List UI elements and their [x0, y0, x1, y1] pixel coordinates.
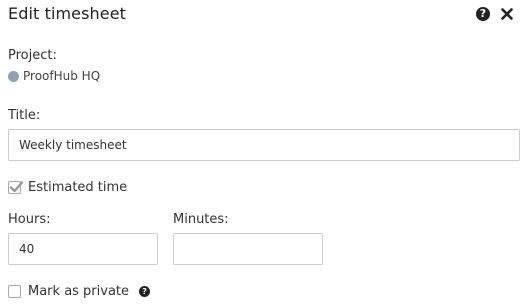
- project-color-dot: [8, 70, 19, 82]
- minutes-label: Minutes:: [173, 212, 229, 227]
- header-actions: ?: [476, 7, 514, 21]
- private-help-icon[interactable]: ?: [139, 286, 151, 297]
- estimated-time-row[interactable]: Estimated time: [8, 180, 127, 195]
- hours-input[interactable]: [8, 233, 158, 265]
- project-label: Project:: [8, 48, 57, 63]
- help-icon[interactable]: ?: [476, 7, 490, 21]
- estimated-time-label: Estimated time: [28, 180, 128, 195]
- checkmark-icon: [9, 181, 24, 193]
- project-name: ProofHub HQ: [23, 69, 101, 83]
- project-value[interactable]: ProofHub HQ: [8, 69, 100, 83]
- minutes-input[interactable]: [173, 233, 323, 265]
- close-icon[interactable]: [500, 7, 514, 21]
- estimated-time-checkbox[interactable]: [8, 181, 24, 194]
- title-label: Title:: [8, 108, 41, 123]
- dialog-title: Edit timesheet: [8, 4, 127, 23]
- mark-private-label: Mark as private: [28, 284, 130, 299]
- title-input[interactable]: [8, 129, 520, 161]
- hours-label: Hours:: [8, 212, 51, 227]
- mark-private-row[interactable]: Mark as private ?: [8, 284, 151, 299]
- mark-private-checkbox[interactable]: [8, 285, 21, 298]
